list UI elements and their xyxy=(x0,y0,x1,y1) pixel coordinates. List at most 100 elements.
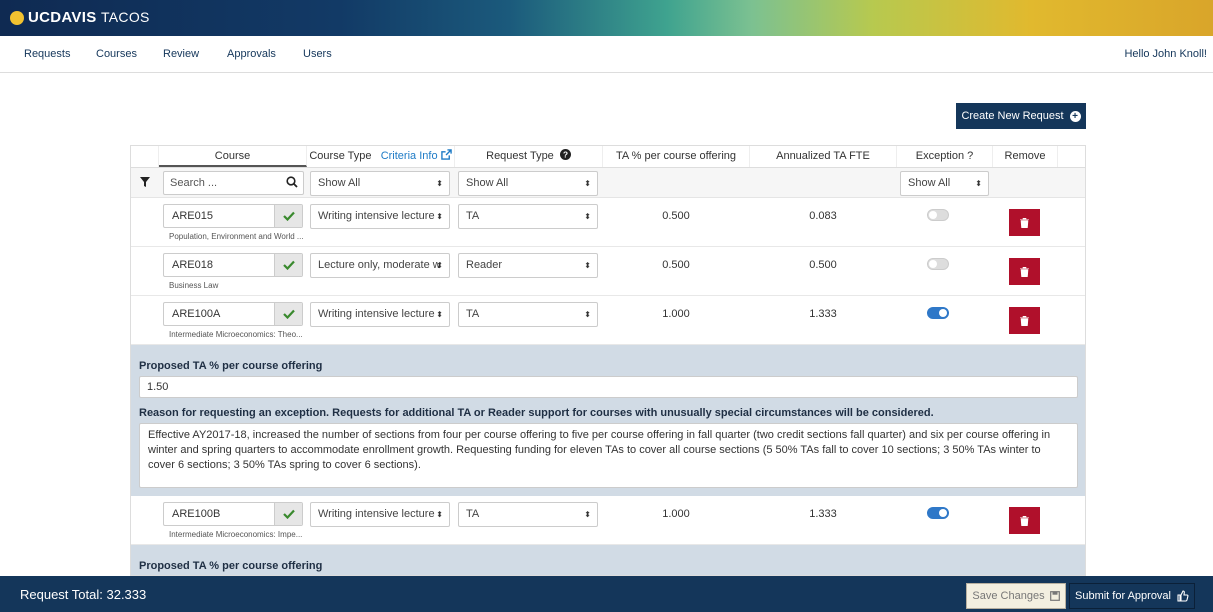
request-type-filter[interactable]: Show All ⬍ xyxy=(458,171,598,196)
course-input[interactable]: ARE015 xyxy=(163,204,303,228)
submit-for-approval-button[interactable]: Submit for Approval xyxy=(1069,583,1195,609)
course-type-filter[interactable]: Show All ⬍ xyxy=(310,171,450,196)
nav-requests[interactable]: Requests xyxy=(24,48,70,60)
exception-toggle[interactable] xyxy=(927,307,949,319)
table-row: ARE100A Intermediate Microeconomics: The… xyxy=(131,296,1085,345)
remove-button[interactable] xyxy=(1009,258,1040,285)
check-icon xyxy=(274,303,302,325)
proposed-ta-label: Proposed TA % per course offering xyxy=(139,360,323,372)
reason-textarea[interactable]: Effective AY2017-18, increased the numbe… xyxy=(139,423,1078,488)
course-description: Business Law xyxy=(169,281,219,290)
select-arrow-icon: ⬍ xyxy=(436,179,443,188)
annualized-value: 0.083 xyxy=(809,210,837,222)
course-type-select[interactable]: Lecture only, moderate w ⬍ xyxy=(310,253,450,278)
request-type-select[interactable]: TA ⬍ xyxy=(458,204,598,229)
check-icon xyxy=(274,254,302,276)
header-remove: Remove xyxy=(993,146,1058,167)
app-logo[interactable]: UCDAVIS TACOS xyxy=(10,9,150,26)
save-icon xyxy=(1049,591,1060,601)
course-value: ARE100B xyxy=(172,508,221,520)
select-arrow-icon: ⬍ xyxy=(436,510,443,519)
header-ta-pct[interactable]: TA % per course offering xyxy=(603,146,750,167)
select-arrow-icon: ⬍ xyxy=(584,310,591,319)
select-arrow-icon: ⬍ xyxy=(584,510,591,519)
check-icon xyxy=(274,503,302,525)
search-icon[interactable] xyxy=(286,176,298,188)
filter-row: Search ... Show All ⬍ Show All ⬍ Show All ⬍ xyxy=(131,168,1085,198)
search-placeholder: Search ... xyxy=(170,177,218,189)
search-input[interactable]: Search ... xyxy=(163,171,304,195)
criteria-info-link[interactable]: Criteria Info xyxy=(381,150,438,162)
select-arrow-icon: ⬍ xyxy=(975,179,982,188)
select-arrow-icon: ⬍ xyxy=(584,261,591,270)
nav-users[interactable]: Users xyxy=(303,48,332,60)
header-course[interactable]: Course xyxy=(159,146,307,167)
course-type-value: Lecture only, moderate w xyxy=(318,259,441,271)
help-icon[interactable]: ? xyxy=(559,149,571,160)
annualized-value: 1.333 xyxy=(809,308,837,320)
nav-approvals[interactable]: Approvals xyxy=(227,48,276,60)
request-total: Request Total: 32.333 xyxy=(20,587,147,602)
exception-filter[interactable]: Show All ⬍ xyxy=(900,171,989,196)
course-description: Intermediate Microeconomics: Impe... xyxy=(169,530,303,539)
create-new-request-button[interactable]: Create New Request + xyxy=(956,103,1086,129)
course-type-select[interactable]: Writing intensive lecture ⬍ xyxy=(310,204,450,229)
request-type-select[interactable]: TA ⬍ xyxy=(458,302,598,327)
header-exception[interactable]: Exception ? xyxy=(897,146,993,167)
course-value: ARE100A xyxy=(172,308,221,320)
logo-main: UCDAVIS xyxy=(28,9,97,26)
check-icon xyxy=(274,205,302,227)
external-link-icon xyxy=(440,149,452,160)
save-changes-button[interactable]: Save Changes xyxy=(966,583,1066,609)
course-type-value: Writing intensive lecture xyxy=(318,508,435,520)
course-type-value: Writing intensive lecture xyxy=(318,210,435,222)
course-type-select[interactable]: Writing intensive lecture ⬍ xyxy=(310,302,450,327)
request-type-select[interactable]: Reader ⬍ xyxy=(458,253,598,278)
trash-icon xyxy=(1020,266,1029,277)
table-row: ARE015 Population, Environment and World… xyxy=(131,198,1085,247)
ta-pct-value: 1.000 xyxy=(662,308,690,320)
header-course-type[interactable]: Course Type Criteria Info xyxy=(307,146,455,167)
course-type-select[interactable]: Writing intensive lecture ⬍ xyxy=(310,502,450,527)
course-type-filter-value: Show All xyxy=(318,177,361,189)
main-nav: Requests Courses Review Approvals Users … xyxy=(0,36,1213,73)
request-type-value: TA xyxy=(466,508,480,520)
select-arrow-icon: ⬍ xyxy=(584,179,591,188)
course-value: ARE015 xyxy=(172,210,213,222)
course-input[interactable]: ARE018 xyxy=(163,253,303,277)
user-greeting[interactable]: Hello John Knoll! xyxy=(1124,48,1207,60)
course-input[interactable]: ARE100A xyxy=(163,302,303,326)
header-annualized[interactable]: Annualized TA FTE xyxy=(750,146,897,167)
select-arrow-icon: ⬍ xyxy=(436,261,443,270)
exception-toggle[interactable] xyxy=(927,209,949,221)
annualized-value: 1.333 xyxy=(809,508,837,520)
exception-toggle[interactable] xyxy=(927,258,949,270)
select-arrow-icon: ⬍ xyxy=(436,310,443,319)
svg-text:?: ? xyxy=(563,151,568,160)
course-input[interactable]: ARE100B xyxy=(163,502,303,526)
trash-icon xyxy=(1020,515,1029,526)
proposed-ta-input[interactable]: 1.50 xyxy=(139,376,1078,398)
header-course-type-label: Course Type xyxy=(309,150,372,162)
exception-panel: Proposed TA % per course offering xyxy=(131,545,1085,575)
top-banner: UCDAVIS TACOS xyxy=(0,0,1213,36)
select-arrow-icon: ⬍ xyxy=(436,212,443,221)
request-type-value: TA xyxy=(466,210,480,222)
nav-courses[interactable]: Courses xyxy=(96,48,137,60)
remove-button[interactable] xyxy=(1009,209,1040,236)
request-type-select[interactable]: TA ⬍ xyxy=(458,502,598,527)
table-row: ARE100B Intermediate Microeconomics: Imp… xyxy=(131,496,1085,545)
filter-icon[interactable] xyxy=(140,177,150,187)
remove-button[interactable] xyxy=(1009,307,1040,334)
footer-bar: Request Total: 32.333 Save Changes Submi… xyxy=(0,576,1213,612)
course-type-value: Writing intensive lecture xyxy=(318,308,435,320)
request-type-value: TA xyxy=(466,308,480,320)
header-request-type[interactable]: Request Type ? xyxy=(455,146,603,167)
create-button-label: Create New Request xyxy=(961,110,1064,122)
exception-filter-value: Show All xyxy=(908,177,951,189)
ta-pct-value: 0.500 xyxy=(662,259,690,271)
nav-review[interactable]: Review xyxy=(163,48,199,60)
exception-toggle[interactable] xyxy=(927,507,949,519)
plus-circle-icon: + xyxy=(1069,110,1081,122)
remove-button[interactable] xyxy=(1009,507,1040,534)
